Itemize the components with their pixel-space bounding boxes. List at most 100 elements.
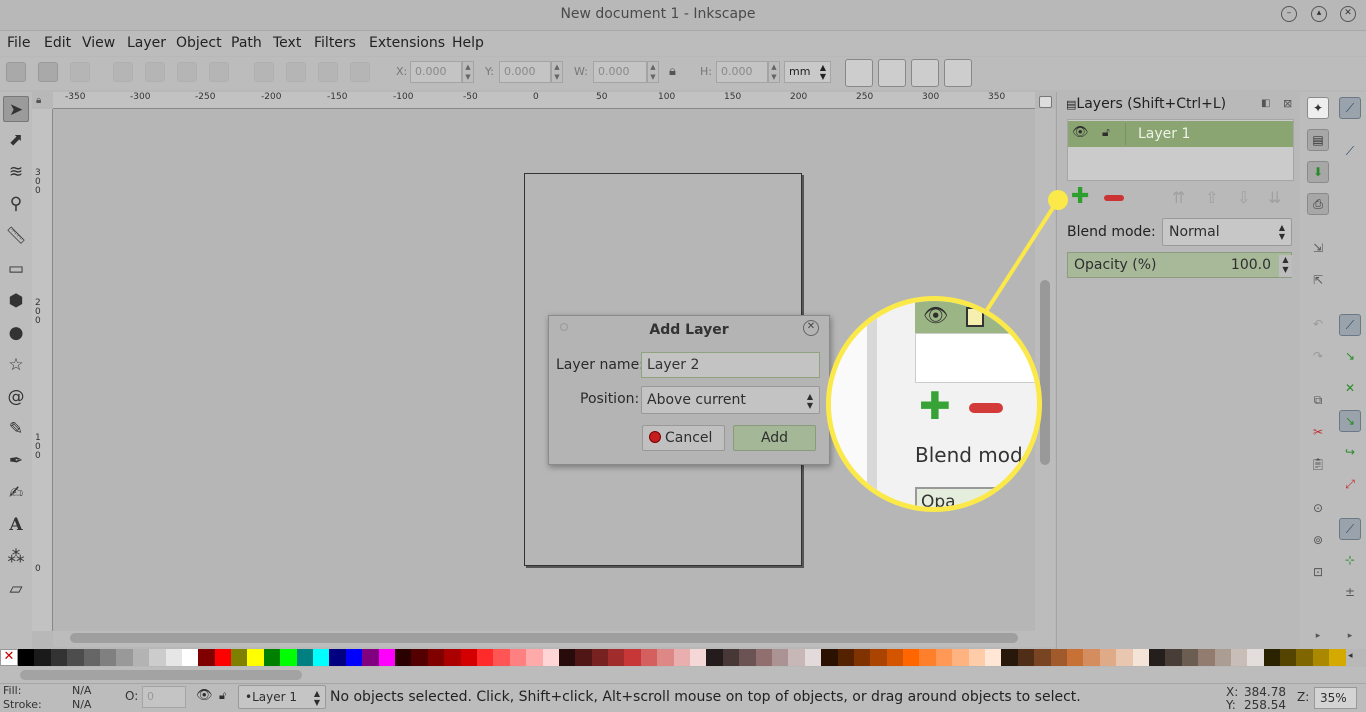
layer-visibility-icon[interactable]: 👁︎ (196, 688, 213, 703)
color-swatch[interactable] (50, 649, 68, 666)
color-swatch[interactable] (1247, 649, 1264, 666)
color-swatch[interactable] (34, 649, 51, 666)
zoom-selection-icon[interactable]: ⊙ (1307, 498, 1329, 520)
color-swatch[interactable] (378, 649, 395, 666)
color-swatch[interactable] (198, 649, 215, 666)
unit-select[interactable]: mm ▲ ▼ (784, 61, 831, 83)
color-swatch[interactable] (247, 649, 264, 666)
y-input[interactable]: 0.000 (499, 61, 551, 83)
color-swatch[interactable] (329, 649, 346, 666)
color-swatch[interactable] (886, 649, 904, 666)
color-swatch[interactable] (1050, 649, 1067, 666)
color-swatch[interactable] (165, 649, 182, 666)
color-swatch[interactable] (1181, 649, 1199, 666)
horizontal-scroll-thumb[interactable] (70, 633, 1018, 643)
color-swatch[interactable] (1148, 649, 1166, 666)
color-swatch[interactable] (116, 649, 133, 666)
zoom-input[interactable]: 35% (1314, 687, 1357, 709)
save-icon[interactable]: ⬇ (1307, 161, 1329, 183)
vertical-scroll-thumb[interactable] (1040, 280, 1050, 465)
lower-layer-bottom-icon[interactable]: ⇊ (1268, 188, 1281, 207)
color-swatch[interactable] (509, 649, 527, 666)
color-swatch[interactable] (771, 649, 789, 666)
layer-name[interactable]: Layer 1 (1138, 126, 1190, 142)
color-swatch[interactable] (1280, 649, 1297, 666)
color-swatch[interactable] (935, 649, 953, 666)
close-icon[interactable]: ✕ (1340, 6, 1356, 22)
layer-status-lock-icon[interactable]: 🔓︎ (219, 689, 226, 703)
cut-icon[interactable]: ✂ (1307, 422, 1329, 444)
color-swatch[interactable] (1329, 649, 1346, 666)
color-swatch[interactable] (231, 649, 248, 666)
color-swatch[interactable] (837, 649, 854, 666)
snap-center-icon[interactable]: ⊹ (1339, 550, 1361, 572)
3d-box-tool-icon[interactable]: ⬢ (3, 288, 29, 314)
menu-filters[interactable]: Filters (314, 35, 356, 51)
star-tool-icon[interactable]: ☆ (3, 352, 29, 378)
snap-path-icon[interactable]: ↘ (1339, 346, 1361, 368)
menu-extensions[interactable]: Extensions (369, 35, 445, 51)
import-icon[interactable]: ⇲ (1307, 238, 1329, 260)
no-paint-swatch[interactable]: ✕ (0, 649, 18, 666)
y-spinner[interactable]: ▲ ▼ (551, 61, 563, 83)
menu-text[interactable]: Text (273, 35, 301, 51)
color-swatch[interactable] (657, 649, 674, 666)
color-swatch[interactable] (673, 649, 691, 666)
color-swatch[interactable] (575, 649, 592, 666)
snap-cusp-icon[interactable]: ↘ (1339, 410, 1361, 432)
print-icon[interactable]: ⎙ (1307, 193, 1329, 215)
snap-bbox-icon[interactable]: ⟋ (1339, 141, 1361, 163)
raise-top-icon[interactable] (350, 62, 370, 82)
layer-lock-icon[interactable]: 🔓︎ (1102, 125, 1110, 140)
color-swatch[interactable] (608, 649, 625, 666)
open-icon[interactable]: ▤ (1307, 129, 1329, 151)
commands-more-icon[interactable]: ▸ (1307, 626, 1329, 648)
pen-tool-icon[interactable]: ✒ (3, 448, 29, 474)
color-swatch[interactable] (1230, 649, 1248, 666)
transform-gradients-icon[interactable] (911, 59, 939, 87)
color-swatch[interactable] (296, 649, 314, 666)
selector-tool-icon[interactable]: ➤ (3, 96, 29, 122)
color-swatch[interactable] (722, 649, 740, 666)
select-all-layers-icon[interactable] (38, 62, 58, 82)
x-input[interactable]: 0.000 (410, 61, 462, 83)
canvas-corner-icon[interactable] (1039, 96, 1052, 108)
color-swatch[interactable] (804, 649, 822, 666)
maximize-icon[interactable]: ▴ (1311, 6, 1327, 22)
snap-smooth-icon[interactable]: ↪ (1339, 442, 1361, 464)
redo-icon[interactable]: ↷ (1307, 346, 1329, 368)
color-swatch[interactable] (444, 649, 461, 666)
color-swatch[interactable] (460, 649, 477, 666)
color-swatch[interactable] (427, 649, 445, 666)
opacity-status-input[interactable]: 0 (142, 686, 186, 708)
color-swatch[interactable] (968, 649, 986, 666)
layer-name-input[interactable]: Layer 2 (641, 352, 820, 378)
ruler-lock-icon[interactable]: 🔒︎ (36, 95, 41, 106)
raise-icon[interactable] (318, 62, 338, 82)
dialog-close-icon[interactable]: ✕ (803, 320, 819, 336)
scale-corners-icon[interactable] (878, 59, 906, 87)
flip-vertical-icon[interactable] (209, 62, 229, 82)
snap-page-icon[interactable]: ± (1339, 582, 1361, 604)
add-button[interactable]: Add (733, 425, 816, 451)
snap-more-icon[interactable]: ▸ (1339, 626, 1361, 648)
rotate-cw-icon[interactable] (145, 62, 165, 82)
menu-help[interactable]: Help (452, 35, 484, 51)
lower-icon[interactable] (286, 62, 306, 82)
color-swatch[interactable] (755, 649, 772, 666)
color-swatch[interactable] (1067, 649, 1084, 666)
add-layer-icon[interactable]: ✚ (1071, 186, 1089, 208)
color-swatch[interactable] (99, 649, 117, 666)
color-swatch[interactable] (985, 649, 1002, 666)
visibility-eye-icon[interactable]: 👁︎ (1072, 125, 1089, 140)
color-swatch[interactable] (1017, 649, 1035, 666)
text-tool-icon[interactable]: A (3, 512, 29, 538)
color-swatch[interactable] (1132, 649, 1149, 666)
color-swatch[interactable] (1296, 649, 1313, 666)
opacity-slider[interactable]: Opacity (%) 100.0 (1067, 252, 1292, 278)
ellipse-tool-icon[interactable]: ● (3, 320, 29, 346)
color-swatch[interactable] (706, 649, 723, 666)
select-all-icon[interactable] (6, 62, 26, 82)
color-swatch[interactable] (1198, 649, 1215, 666)
eraser-tool-icon[interactable]: ▱ (3, 576, 29, 602)
